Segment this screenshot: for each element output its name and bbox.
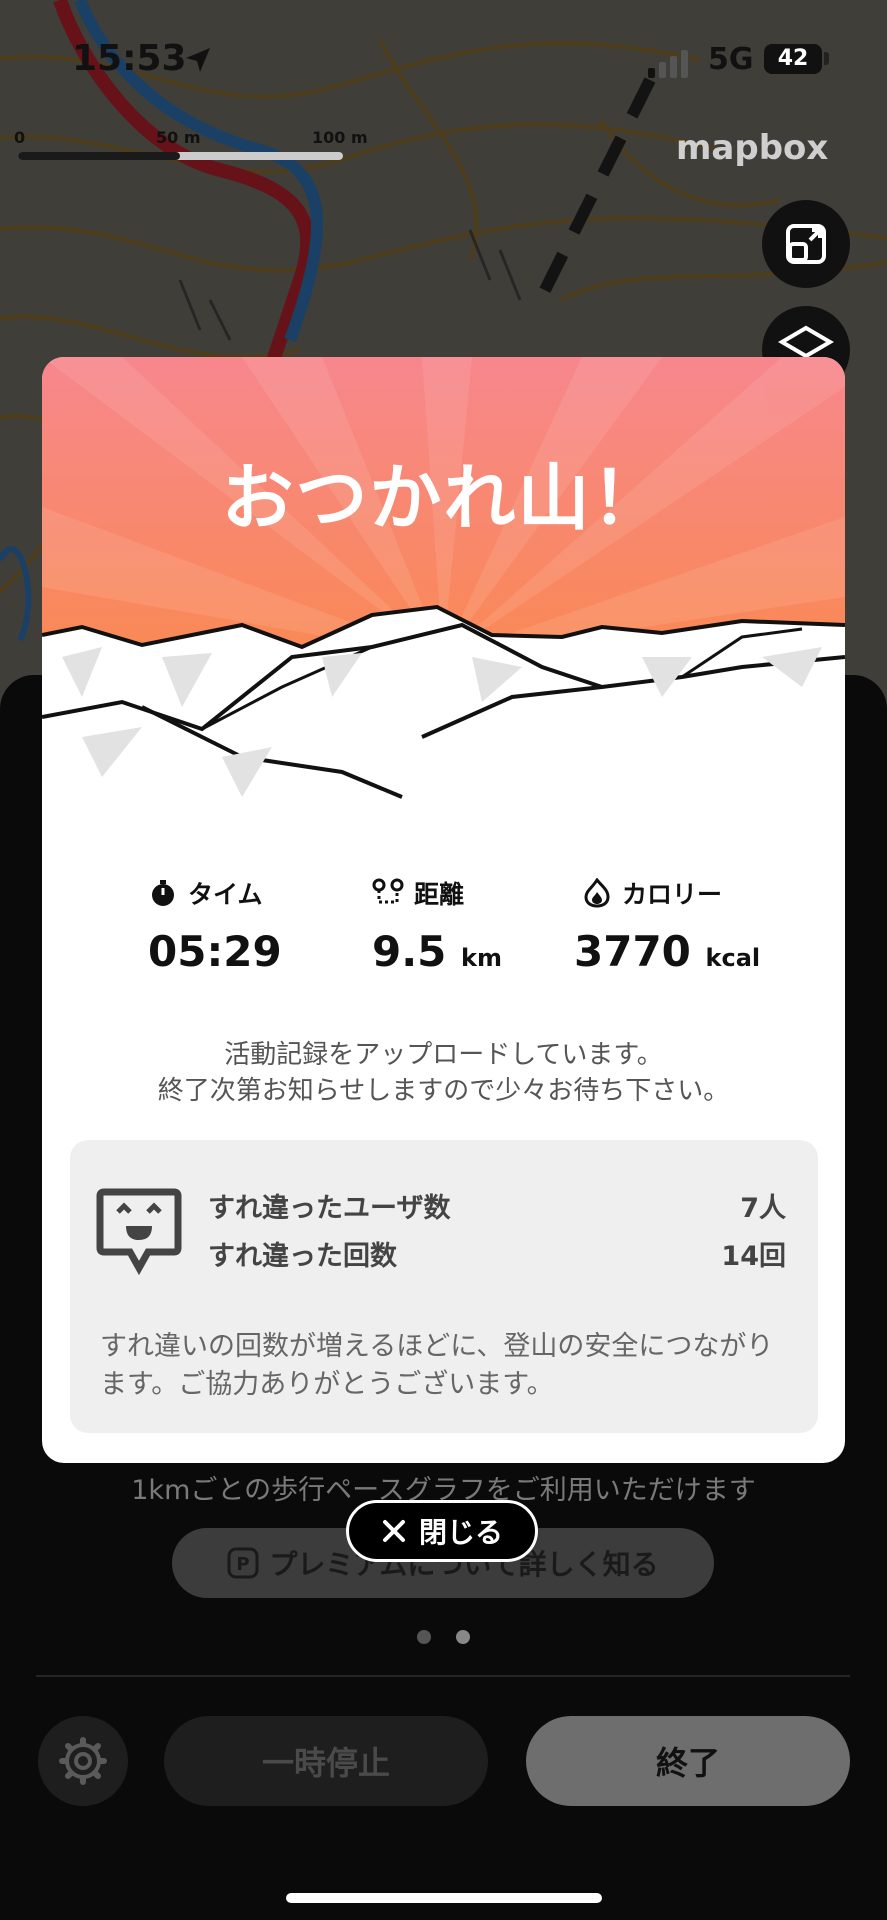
scale-label-50: 50 m [156, 128, 201, 147]
premium-p-icon: P [227, 1547, 259, 1579]
stat-calorie-unit: kcal [705, 944, 761, 972]
end-button[interactable]: 終了 [526, 1716, 850, 1806]
close-button-label: 閉じる [418, 1516, 503, 1549]
stat-distance-unit: km [461, 944, 502, 972]
close-button[interactable]: 閉じる [346, 1500, 538, 1562]
stat-distance-label-text: 距離 [414, 880, 465, 909]
panel-divider [36, 1675, 850, 1677]
scale-label-100: 100 m [312, 128, 368, 147]
encounter-card: すれ違ったユーザ数 7人 すれ違った回数 14回 すれ違いの回数が増えるほどに、… [70, 1140, 818, 1433]
upload-message-line-2: 終了次第お知らせしますので少々お待ち下さい。 [157, 1076, 730, 1106]
fullscreen-button[interactable] [762, 200, 850, 288]
close-icon [382, 1520, 405, 1542]
summary-modal: おつかれ山！ タイム 05:29 距離 9.5 km カロリー 3770 kca… [42, 357, 845, 1463]
encounter-count-label: すれ違った回数 [208, 1241, 397, 1272]
status-time: 15:53 [72, 38, 187, 79]
stat-calorie-number: 3770 [574, 927, 691, 976]
gear-icon [59, 1737, 107, 1785]
battery-icon: 42 [764, 44, 822, 74]
page-dot-2[interactable] [456, 1630, 470, 1644]
pause-button[interactable]: 一時停止 [164, 1716, 488, 1806]
encounter-users-label: すれ違ったユーザ数 [208, 1193, 451, 1224]
stat-calorie-label: カロリー [582, 875, 722, 911]
stat-time-value: 05:29 [148, 927, 282, 976]
encounter-users-value: 7人 [740, 1193, 786, 1224]
flame-icon [584, 878, 610, 908]
network-type: 5G [708, 42, 754, 77]
svg-text:P: P [237, 1554, 250, 1575]
mountain-sunrise-illustration [42, 357, 845, 817]
encounter-face-icon [96, 1188, 182, 1276]
encounter-note: すれ違いの回数が増えるほどに、登山の安全につながります。ご協力ありがとうございま… [100, 1331, 774, 1400]
stat-calorie-label-text: カロリー [622, 880, 723, 909]
stat-distance-label: 距離 [372, 875, 464, 911]
scale-label-0: 0 [14, 128, 26, 147]
upload-message: 活動記録をアップロードしています。 終了次第お知らせしますので少々お待ち下さい。 [42, 1037, 845, 1109]
stat-time-number: 05:29 [148, 927, 282, 976]
stat-calorie-value: 3770 kcal [574, 927, 760, 976]
mapbox-logo: mapbox [676, 128, 829, 168]
expand-icon [786, 224, 826, 264]
stat-distance-number: 9.5 [372, 927, 447, 976]
battery-tip [824, 52, 829, 65]
scale-bar-fill [18, 152, 180, 160]
page-dot-1[interactable] [417, 1630, 431, 1644]
stat-time-label-text: タイム [188, 880, 263, 909]
route-icon [372, 878, 404, 904]
stat-time-label: タイム [148, 875, 263, 911]
signal-icon [648, 50, 696, 82]
stat-distance-value: 9.5 km [372, 927, 502, 976]
home-indicator [286, 1893, 602, 1903]
settings-button[interactable] [38, 1716, 128, 1806]
location-arrow-icon [186, 48, 210, 72]
upload-message-line-1: 活動記録をアップロードしています。 [224, 1040, 663, 1070]
stopwatch-icon [152, 880, 174, 906]
hero-illustration [42, 357, 845, 817]
modal-title: おつかれ山！ [221, 456, 666, 540]
encounter-count-value: 14回 [721, 1241, 786, 1272]
